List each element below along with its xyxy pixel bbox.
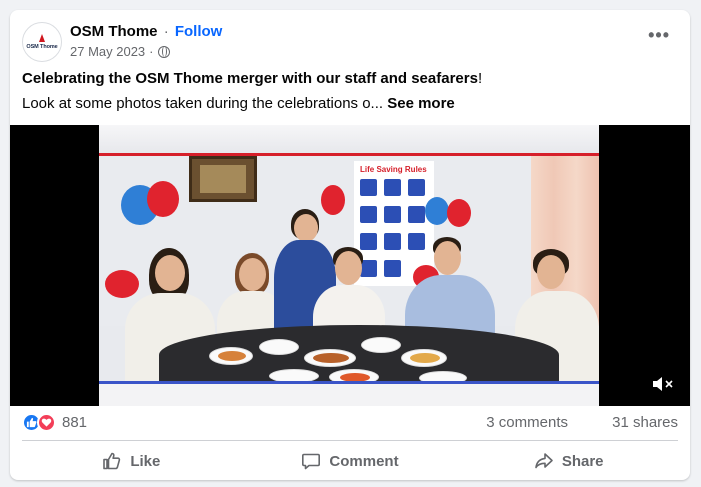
globe-icon[interactable] — [157, 45, 170, 58]
caption-headline-suffix: ! — [477, 70, 483, 87]
share-label: Share — [561, 452, 604, 470]
meta-separator: · — [149, 44, 154, 59]
avatar-logo-text: OSM Thome — [26, 44, 58, 50]
love-reaction-icon — [37, 413, 56, 432]
post-actions-bar: Like Comment Share — [22, 444, 678, 478]
comment-button[interactable]: Comment — [241, 444, 460, 478]
page-name-line: OSM Thome · Follow — [70, 23, 222, 40]
plate — [361, 337, 401, 353]
post-card: OSM Thome OSM Thome · Follow 27 May 2023… — [10, 10, 690, 480]
caption-text: Look at some photos taken during the cel… — [22, 95, 384, 112]
plate — [401, 349, 447, 367]
like-label: Like — [130, 452, 161, 470]
post-header: OSM Thome OSM Thome · Follow 27 May 2023… — [22, 22, 678, 62]
post-date[interactable]: 27 May 2023 — [70, 44, 145, 59]
logo-mark-icon — [39, 34, 45, 42]
shares-count[interactable]: 31 shares — [612, 414, 678, 431]
follow-button[interactable]: Follow — [175, 23, 223, 40]
share-button[interactable]: Share — [459, 444, 678, 478]
post-caption-headline: Celebrating the OSM Thome merger with ou… — [22, 70, 482, 87]
video-banner-top — [99, 125, 599, 155]
video-frame: Life Saving Rules — [99, 125, 599, 406]
poster-title: Life Saving Rules — [360, 165, 427, 174]
see-more-link[interactable]: See more — [387, 95, 455, 112]
speech-bubble-icon — [302, 453, 321, 470]
comment-label: Comment — [329, 452, 399, 470]
plate — [209, 347, 253, 365]
caption-headline-text: Celebrating the OSM Thome merger with ou… — [22, 70, 478, 87]
wall-painting — [189, 156, 257, 202]
post-caption: Look at some photos taken during the cel… — [22, 95, 455, 112]
page-avatar[interactable]: OSM Thome — [22, 22, 62, 62]
more-options-icon[interactable]: ••• — [648, 26, 670, 44]
engagement-stats: 881 3 comments 31 shares — [22, 410, 678, 436]
reactions-summary[interactable]: 881 — [22, 413, 87, 432]
video-player[interactable]: Life Saving Rules — [10, 125, 690, 406]
like-button[interactable]: Like — [22, 444, 241, 478]
reaction-count: 881 — [62, 414, 88, 431]
post-meta: 27 May 2023 · — [70, 44, 170, 59]
balloon — [321, 185, 345, 215]
video-banner-bottom — [99, 384, 599, 406]
muted-speaker-icon[interactable] — [650, 374, 676, 394]
balloon — [425, 197, 449, 225]
actions-divider — [22, 440, 678, 441]
balloon — [147, 181, 179, 217]
thumbs-up-icon — [103, 452, 121, 470]
name-separator: · — [163, 23, 169, 40]
plate — [304, 349, 356, 367]
balloon — [447, 199, 471, 227]
plate — [259, 339, 299, 355]
video-banner-red-line — [99, 153, 599, 156]
balloon — [105, 270, 139, 298]
page-name[interactable]: OSM Thome — [70, 23, 158, 40]
comments-count[interactable]: 3 comments — [486, 414, 568, 431]
share-arrow-icon — [535, 453, 553, 469]
